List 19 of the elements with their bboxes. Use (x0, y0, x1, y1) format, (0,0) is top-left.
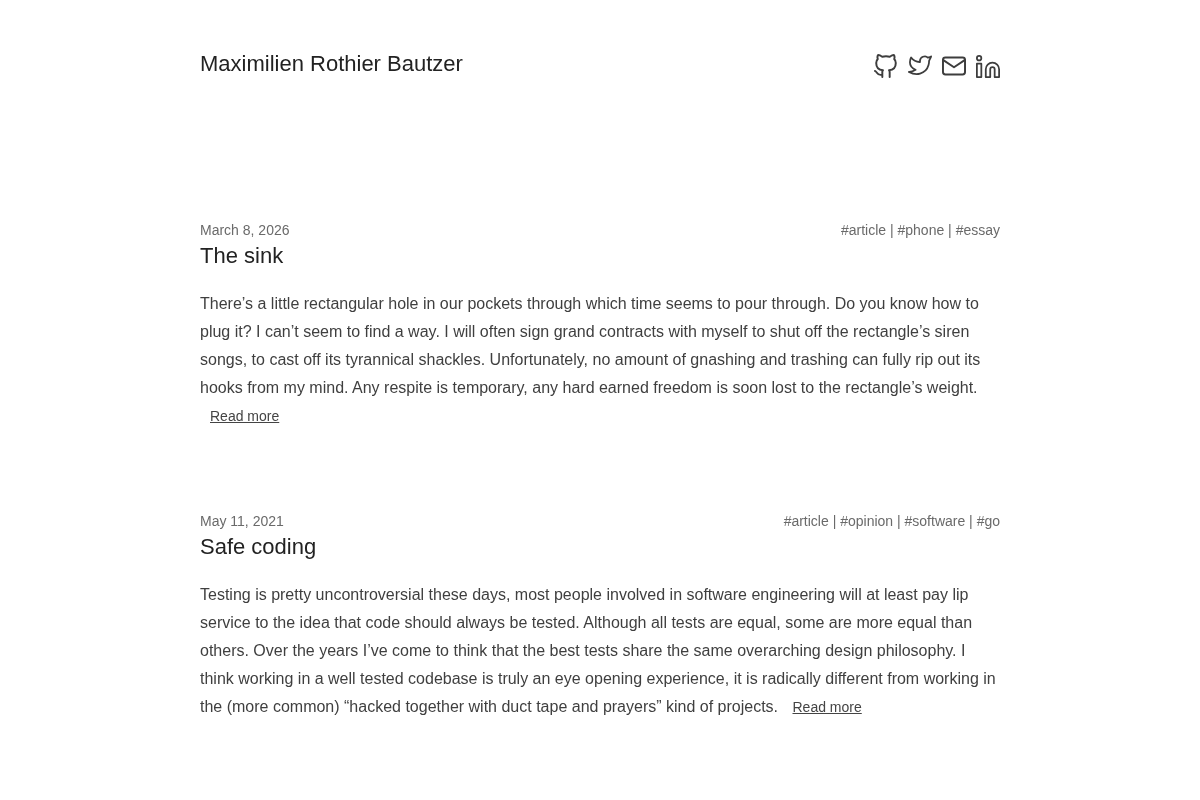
linkedin-icon (976, 54, 1000, 78)
bird-icon (908, 54, 932, 78)
post-title-link[interactable]: The sink (200, 243, 284, 268)
github-link[interactable] (874, 54, 898, 78)
github-icon (874, 54, 898, 78)
email-link[interactable] (942, 54, 966, 78)
linkedin-link[interactable] (976, 54, 1000, 78)
post-excerpt: Testing is pretty uncontroversial these days, most people involved in software engineering will at least pay lip service to the idea that code should always be tested. Although all tests are equal, some are more equal than others. Over the years I’ve come to think that the best tests share the same overarching design philosophy. I think working in a well tested codebase is truly an eye opening experience, it is radically different from working in the (more common) “hacked together with duct tape and prayers” kind of projects. Read more (200, 585, 997, 717)
read-more-link[interactable]: Read more (210, 408, 280, 424)
read-more-link[interactable]: Read more (792, 699, 862, 715)
post-date: May 11, 2021 (200, 513, 284, 529)
post-tags: #article | #opinion | #software | #go (783, 513, 1000, 529)
site-title-link[interactable]: Maximilien Rothier Bautzer (200, 50, 463, 78)
post-title-link[interactable]: Safe coding (200, 534, 317, 559)
post-tags: #article | #phone | #essay (840, 222, 1000, 238)
twitter-link[interactable] (908, 54, 932, 78)
post-date: March 8, 2026 (200, 222, 290, 238)
mail-icon (942, 56, 966, 76)
post-excerpt: There’s a little rectangular hole in our pockets through which time seems to pour through. Do you know how to plug it? I can’t seem to find a way. I will often sign grand contracts with myself to shut off the rectangle’s siren songs, to cast off its tyrannical shackles. Unfortunately, no amount of gnashing and trashing can fully rip out its hooks from my mind. Any respite is temporary, any hard earned freedom is soon lost to the rectangle’s weight. Read more (200, 294, 982, 426)
